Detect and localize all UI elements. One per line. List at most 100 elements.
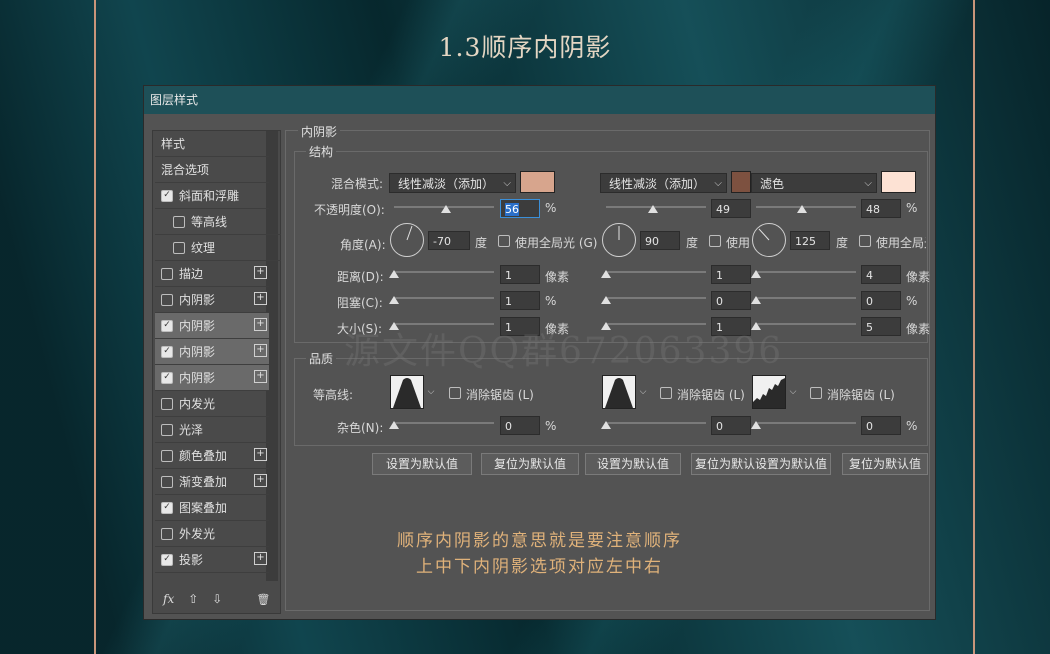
sidebar-item[interactable]: 样式	[155, 131, 269, 157]
global-light-checkbox-3[interactable]	[859, 235, 871, 247]
sidebar-checkbox[interactable]	[161, 423, 173, 436]
sidebar-item[interactable]: ✓ 斜面和浮雕	[155, 183, 269, 209]
shadow-color-swatch-3[interactable]	[881, 171, 916, 193]
reset-default-button-2[interactable]: 复位为默认设置为默认值	[691, 453, 831, 475]
distance-slider-3[interactable]	[756, 271, 856, 273]
sidebar-item[interactable]: ✓ 内阴影 +	[155, 339, 269, 365]
add-effect-icon[interactable]: +	[254, 448, 267, 461]
distance-knob-3[interactable]	[751, 270, 761, 278]
choke-knob-2[interactable]	[601, 296, 611, 304]
opacity-input-1[interactable]: 56	[500, 199, 540, 218]
sidebar-item[interactable]: ✓ 图案叠加	[155, 495, 269, 521]
choke-slider-1[interactable]	[394, 297, 494, 299]
sidebar-item[interactable]: 描边 +	[155, 261, 269, 287]
sidebar-checkbox[interactable]	[161, 449, 173, 462]
sidebar-checkbox[interactable]	[173, 241, 185, 254]
move-up-icon[interactable]: ⇧	[188, 592, 198, 606]
distance-input-1[interactable]: 1	[500, 265, 540, 284]
blend-mode-select-1[interactable]: 线性减淡（添加） ⌵	[389, 173, 516, 193]
distance-input-2[interactable]: 1	[711, 265, 751, 284]
choke-slider-2[interactable]	[606, 297, 706, 299]
noise-slider-2[interactable]	[606, 422, 706, 424]
add-effect-icon[interactable]: +	[254, 266, 267, 279]
noise-input-3[interactable]: 0	[861, 416, 901, 435]
noise-knob-2[interactable]	[601, 421, 611, 429]
choke-knob-1[interactable]	[389, 296, 399, 304]
noise-knob-3[interactable]	[751, 421, 761, 429]
opacity-input-3[interactable]: 48	[861, 199, 901, 218]
anti-alias-checkbox-3[interactable]	[810, 387, 822, 399]
sidebar-item[interactable]: 渐变叠加 +	[155, 469, 269, 495]
reset-default-button-1[interactable]: 复位为默认值	[481, 453, 579, 475]
noise-input-1[interactable]: 0	[500, 416, 540, 435]
sidebar-item[interactable]: 纹理	[155, 235, 281, 261]
sidebar-item[interactable]: 内阴影 +	[155, 287, 269, 313]
sidebar-item[interactable]: 光泽	[155, 417, 269, 443]
sidebar-checkbox[interactable]: ✓	[161, 501, 173, 514]
sidebar-item[interactable]: ✓ 内阴影 +	[155, 313, 269, 339]
sidebar-item[interactable]: ✓ 内阴影 +	[155, 365, 269, 391]
fx-icon[interactable]: fx	[163, 592, 174, 606]
angle-input-3[interactable]: 125	[790, 231, 830, 250]
sidebar-item[interactable]: 等高线	[155, 209, 281, 235]
distance-slider-2[interactable]	[606, 271, 706, 273]
sidebar-checkbox[interactable]: ✓	[161, 189, 173, 202]
choke-input-3[interactable]: 0	[861, 291, 901, 310]
add-effect-icon[interactable]: +	[254, 370, 267, 383]
angle-input-2[interactable]: 90	[640, 231, 680, 250]
contour-preview-2[interactable]	[602, 375, 636, 409]
contour-dropdown-1[interactable]: ⌵	[426, 375, 436, 409]
reset-default-button-3[interactable]: 复位为默认值	[842, 453, 928, 475]
sidebar-checkbox[interactable]	[161, 475, 173, 488]
blend-mode-select-3[interactable]: 滤色 ⌵	[751, 173, 877, 193]
choke-knob-3[interactable]	[751, 296, 761, 304]
sidebar-item[interactable]: 内发光	[155, 391, 269, 417]
add-effect-icon[interactable]: +	[254, 292, 267, 305]
sidebar-checkbox[interactable]	[161, 293, 173, 306]
blend-mode-select-2[interactable]: 线性减淡（添加） ⌵	[600, 173, 727, 193]
anti-alias-checkbox-1[interactable]	[449, 387, 461, 399]
shadow-color-swatch-1[interactable]	[520, 171, 555, 193]
global-light-checkbox-2[interactable]	[709, 235, 721, 247]
sidebar-checkbox[interactable]	[161, 397, 173, 410]
contour-dropdown-2[interactable]: ⌵	[638, 375, 648, 409]
set-default-button-2[interactable]: 设置为默认值	[585, 453, 681, 475]
opacity-slider-knob-2[interactable]	[648, 205, 658, 213]
noise-slider-1[interactable]	[394, 422, 494, 424]
sidebar-checkbox[interactable]	[173, 215, 185, 228]
global-light-checkbox-1[interactable]	[498, 235, 510, 247]
noise-knob-1[interactable]	[389, 421, 399, 429]
choke-input-2[interactable]: 0	[711, 291, 751, 310]
distance-knob-2[interactable]	[601, 270, 611, 278]
opacity-slider-knob-3[interactable]	[797, 205, 807, 213]
add-effect-icon[interactable]: +	[254, 344, 267, 357]
add-effect-icon[interactable]: +	[254, 474, 267, 487]
choke-input-1[interactable]: 1	[500, 291, 540, 310]
distance-knob-1[interactable]	[389, 270, 399, 278]
sidebar-checkbox[interactable]: ✓	[161, 371, 173, 384]
contour-preview-1[interactable]	[390, 375, 424, 409]
set-default-button-1[interactable]: 设置为默认值	[372, 453, 472, 475]
move-down-icon[interactable]: ⇩	[212, 592, 222, 606]
angle-input-1[interactable]: -70	[428, 231, 470, 250]
trash-icon[interactable]: 🗑	[256, 593, 270, 606]
noise-slider-3[interactable]	[756, 422, 856, 424]
shadow-color-swatch-2[interactable]	[731, 171, 751, 193]
angle-dial-3[interactable]	[752, 223, 786, 257]
add-effect-icon[interactable]: +	[254, 318, 267, 331]
anti-alias-checkbox-2[interactable]	[660, 387, 672, 399]
noise-input-2[interactable]: 0	[711, 416, 751, 435]
sidebar-checkbox[interactable]: ✓	[161, 345, 173, 358]
contour-dropdown-3[interactable]: ⌵	[788, 375, 798, 409]
size-input-3[interactable]: 5	[861, 317, 901, 336]
sidebar-checkbox[interactable]	[161, 267, 173, 280]
angle-dial-1[interactable]	[390, 223, 424, 257]
choke-slider-3[interactable]	[756, 297, 856, 299]
angle-dial-2[interactable]	[602, 223, 636, 257]
distance-slider-1[interactable]	[394, 271, 494, 273]
distance-input-3[interactable]: 4	[861, 265, 901, 284]
sidebar-checkbox[interactable]: ✓	[161, 319, 173, 332]
opacity-slider-knob-1[interactable]	[441, 205, 451, 213]
contour-preview-3[interactable]	[752, 375, 786, 409]
opacity-input-2[interactable]: 49	[711, 199, 751, 218]
